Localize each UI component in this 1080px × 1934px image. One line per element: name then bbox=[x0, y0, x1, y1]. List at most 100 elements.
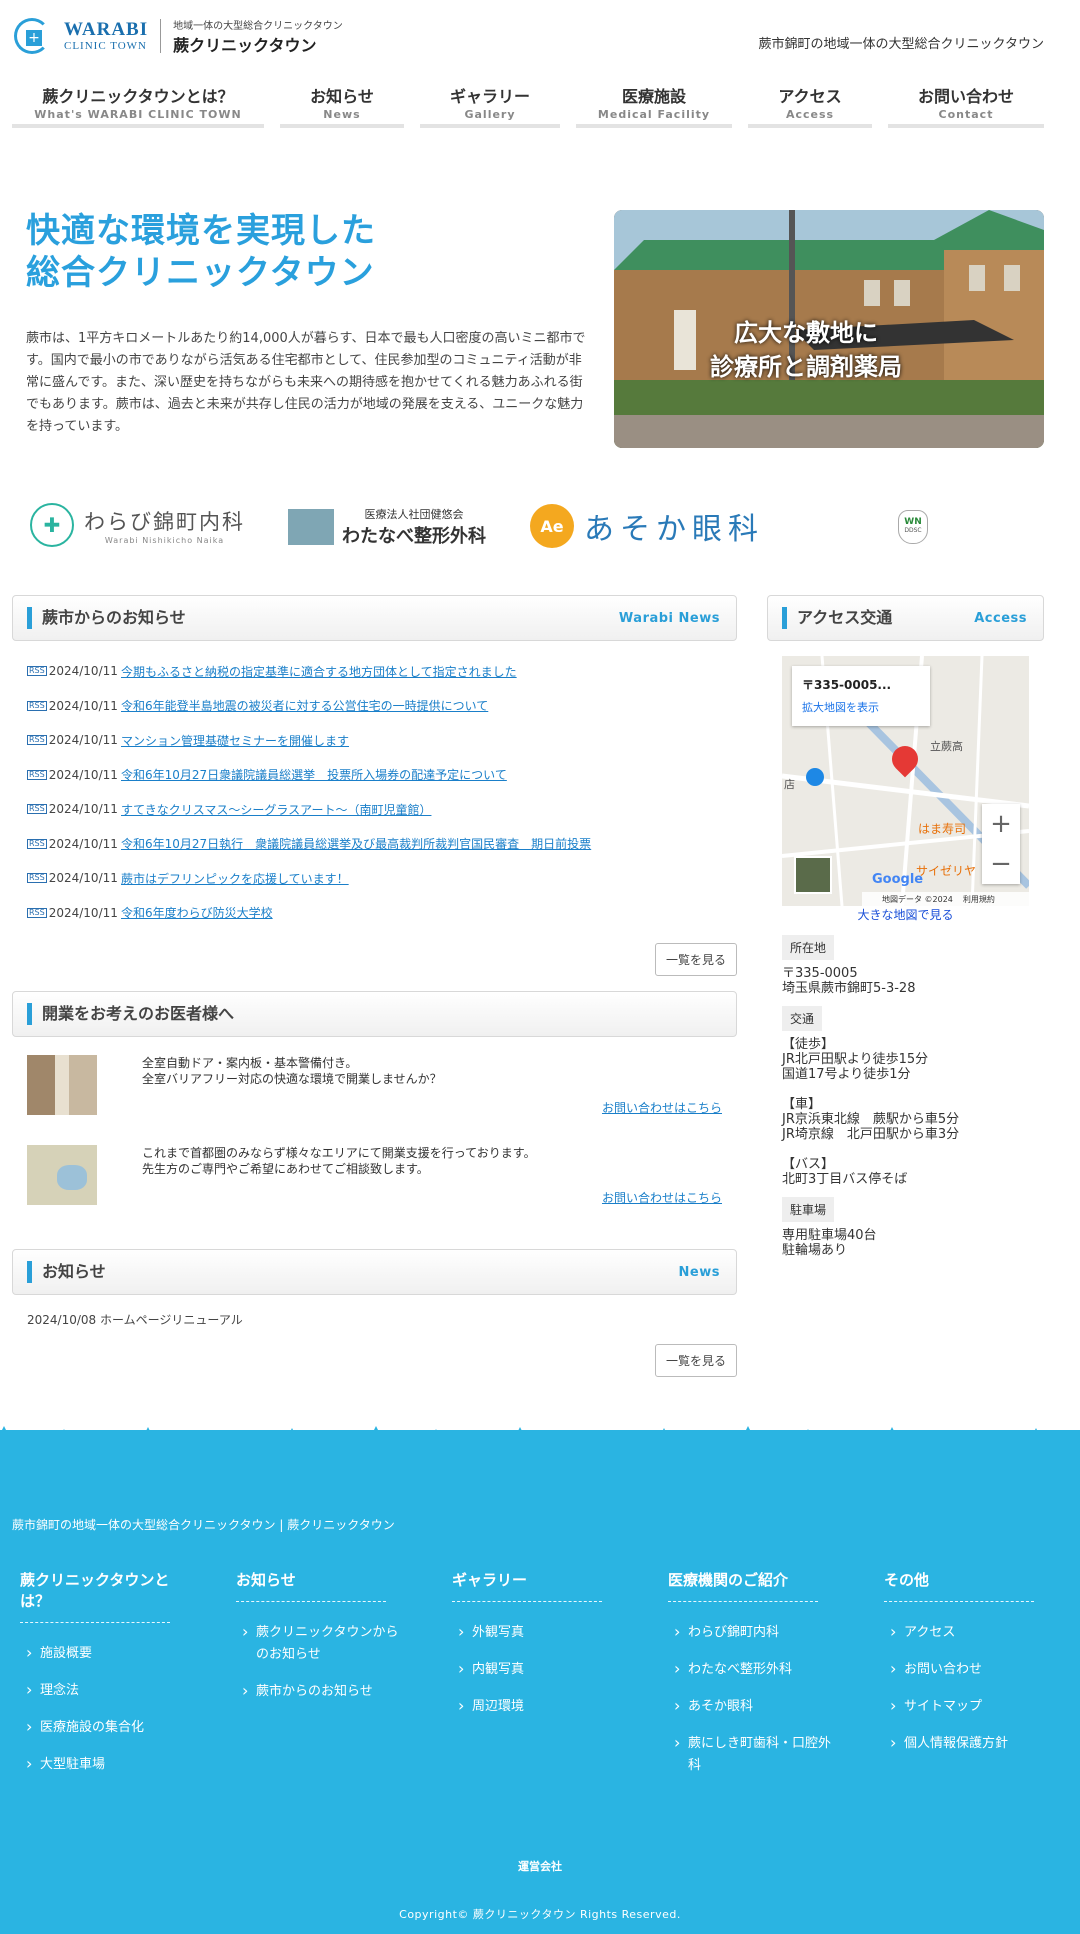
hero-image-caption: 広大な敷地に bbox=[734, 319, 878, 347]
footer-link[interactable]: 施設概要 bbox=[20, 1635, 190, 1672]
parking-tag: 駐車場 bbox=[782, 1197, 835, 1222]
address-line: 埼玉県蕨市錦町5-3-28 bbox=[782, 981, 916, 996]
nav-label: お知らせ bbox=[310, 87, 374, 106]
news-row: RSS 2024/10/11 令和6年能登半島地震の被災者に対する公営住宅の一時提供… bbox=[27, 689, 737, 724]
footer-link[interactable]: 周辺環境 bbox=[452, 1688, 622, 1725]
map-postal: 〒335-0005... bbox=[802, 678, 892, 692]
header-tagline: 蕨市錦町の地域一体の大型総合クリニックタウン bbox=[758, 37, 1044, 52]
news-link[interactable]: 令和6年10月27日執行 衆議院議員総選挙及び最高裁判所裁判官国民審査 期日前投… bbox=[121, 835, 591, 852]
section-title-en: News bbox=[678, 1264, 720, 1280]
clinic-sub: Warabi Nishikicho Naika bbox=[104, 535, 225, 545]
footer-link[interactable]: サイトマップ bbox=[884, 1688, 1054, 1725]
news-date-text: 2024/10/11 bbox=[48, 836, 118, 851]
city-news-section: 蕨市からのお知らせ Warabi News RSS 2024/10/11 今期もふる… bbox=[12, 595, 737, 976]
rss-icon: RSS bbox=[27, 666, 47, 677]
rss-icon: RSS bbox=[27, 735, 47, 746]
footer-column-heading[interactable]: お知らせ bbox=[236, 1570, 386, 1602]
satellite-toggle[interactable] bbox=[794, 856, 832, 894]
footer-column-heading[interactable]: その他 bbox=[884, 1570, 1034, 1602]
zoom-out-icon[interactable]: − bbox=[982, 844, 1020, 884]
nav-medical[interactable]: 医療施設 Medical Facility bbox=[576, 86, 732, 128]
traffic-line: JR北戸田駅より徒歩15分 bbox=[782, 1052, 929, 1067]
footer-column-heading[interactable]: 医療機関のご紹介 bbox=[668, 1570, 818, 1602]
notice-item: 2024/10/08 ホームページリニューアル bbox=[27, 1313, 243, 1327]
city-news-header: 蕨市からのお知らせ Warabi News bbox=[12, 595, 737, 641]
footer-link[interactable]: 蕨市からのお知らせ bbox=[236, 1673, 406, 1710]
clinic-logo-watanabe[interactable]: 医療法人社団健悠会 わたなべ整形外科 bbox=[288, 506, 486, 548]
footer-link[interactable]: わたなべ整形外科 bbox=[668, 1651, 838, 1688]
zoom-in-icon[interactable]: + bbox=[982, 804, 1020, 844]
footer-link[interactable]: 個人情報保護方針 bbox=[884, 1725, 1054, 1762]
news-row: RSS 2024/10/11 蕨市はデフリンピックを応援しています！ bbox=[27, 861, 737, 896]
traffic-line: JR京浜東北線 蕨駅から車5分 bbox=[782, 1112, 960, 1127]
footer-link[interactable]: あそか眼科 bbox=[668, 1688, 838, 1725]
footer-operator-link[interactable]: 運営会社 bbox=[0, 1858, 1080, 1874]
news-link[interactable]: 今期もふるさと納税の指定基準に適合する地方団体として指定されました bbox=[121, 663, 517, 680]
news-row: RSS 2024/10/11 今期もふるさと納税の指定基準に適合する地方団体として指… bbox=[27, 654, 737, 689]
footer-link[interactable]: お問い合わせ bbox=[884, 1651, 1054, 1688]
footer-link[interactable]: わらび錦町内科 bbox=[668, 1614, 838, 1651]
doctor-contact-link[interactable]: お問い合わせはこちら bbox=[142, 1189, 722, 1206]
news-link[interactable]: すてきなクリスマス～シーグラスアート～（南町児童館） bbox=[121, 801, 431, 818]
clinic-name: わらび錦町内科 bbox=[84, 509, 245, 534]
footer-link[interactable]: 蕨クリニックタウンからのお知らせ bbox=[236, 1614, 406, 1673]
nav-news[interactable]: お知らせ News bbox=[280, 86, 404, 128]
city-news-more-button[interactable]: 一覧を見る bbox=[654, 943, 737, 976]
warabi-naika-icon: ✚ bbox=[30, 503, 74, 547]
footer-column-heading[interactable]: 蕨クリニックタウンとは？ bbox=[20, 1570, 170, 1623]
news-date-text: 2024/10/11 bbox=[48, 905, 118, 920]
footer-link[interactable]: 理念法 bbox=[20, 1672, 190, 1709]
access-section: アクセス交通 Access 〒335-0005... 拡大地図を表示 立蕨高 店… bbox=[767, 595, 1044, 1258]
news-link[interactable]: 令和6年度わらび防災大学校 bbox=[121, 904, 273, 921]
nav-gallery[interactable]: ギャラリー Gallery bbox=[420, 86, 560, 128]
footer-link[interactable]: 内観写真 bbox=[452, 1651, 622, 1688]
logo-divider bbox=[160, 19, 162, 53]
news-link[interactable]: 蕨市はデフリンピックを応援しています！ bbox=[121, 870, 349, 887]
news-date: RSS 2024/10/11 bbox=[27, 768, 121, 782]
nav-label: お問い合わせ bbox=[917, 87, 1014, 106]
clinic-logos: ✚ わらび錦町内科 Warabi Nishikicho Naika 医療法人社団健… bbox=[30, 498, 1030, 558]
doctor-text: これまで首都圏のみならず様々なエリアにて開業支援を行っております。 bbox=[142, 1146, 536, 1160]
news-date-text: 2024/10/11 bbox=[48, 767, 118, 782]
news-link[interactable]: マンション管理基礎セミナーを開催します bbox=[121, 732, 349, 749]
news-link[interactable]: 令和6年能登半島地震の被災者に対する公営住宅の一時提供について bbox=[121, 697, 488, 714]
footer-link[interactable]: 医療施設の集合化 bbox=[20, 1709, 190, 1746]
footer-columns: 蕨クリニックタウンとは？ 施設概要理念法医療施設の集合化大型駐車場 お知らせ蕨クリニ… bbox=[20, 1570, 1070, 1784]
clinic-logo-warabi[interactable]: ✚ わらび錦町内科 Warabi Nishikicho Naika bbox=[30, 503, 245, 547]
watanabe-emblem-icon bbox=[288, 509, 334, 545]
hero-title-line: 総合クリニックタウン bbox=[26, 253, 375, 293]
footer-column: 蕨クリニックタウンとは？ 施設概要理念法医療施設の集合化大型駐車場 bbox=[20, 1570, 236, 1784]
rss-icon: RSS bbox=[27, 804, 47, 815]
nav-access[interactable]: アクセス Access bbox=[748, 86, 872, 128]
doctor-item: これまで首都圏のみならず様々なエリアにて開業支援を行っております。 先生方のご専… bbox=[27, 1145, 722, 1235]
doctors-header: 開業をお考えのお医者様へ bbox=[12, 991, 737, 1037]
notices-more-button[interactable]: 一覧を見る bbox=[654, 1344, 737, 1377]
clinic-logo-asoka[interactable]: Ae あそか眼科 bbox=[530, 504, 764, 548]
news-date-text: 2024/10/11 bbox=[48, 871, 118, 886]
rss-icon: RSS bbox=[27, 873, 47, 884]
footer-link[interactable]: アクセス bbox=[884, 1614, 1054, 1651]
entrance-thumbnail bbox=[27, 1055, 97, 1115]
footer-column-heading[interactable]: ギャラリー bbox=[452, 1570, 602, 1602]
footer-link[interactable]: 大型駐車場 bbox=[20, 1746, 190, 1783]
traffic-line: JR埼京線 北戸田駅から車3分 bbox=[782, 1127, 960, 1142]
google-map[interactable]: 〒335-0005... 拡大地図を表示 立蕨高 店 はま寿司 サイゼリヤ + … bbox=[782, 656, 1029, 906]
location-tag: 所在地 bbox=[782, 935, 835, 960]
news-link[interactable]: 令和6年10月27日衆議院議員総選挙 投票所入場券の配達予定について bbox=[121, 766, 507, 783]
nav-sub: Contact bbox=[938, 108, 994, 121]
logo-jp-small: 地域一体の大型総合クリニックタウン bbox=[173, 20, 343, 32]
clinic-logo-dental[interactable]: WN DDSC bbox=[898, 510, 928, 544]
map-large-link[interactable]: 大きな地図で見る bbox=[767, 906, 1044, 923]
map-terms-link[interactable]: 利用規約 bbox=[963, 894, 995, 905]
site-logo[interactable]: + WARABI CLINIC TOWN 地域一体の大型総合クリニックタウン 蕨… bbox=[12, 16, 343, 56]
footer-link[interactable]: 外観写真 bbox=[452, 1614, 622, 1651]
footer-link[interactable]: 蕨にしき町歯科・口腔外科 bbox=[668, 1725, 838, 1784]
clinic-name: わたなべ整形外科 bbox=[342, 526, 486, 547]
rss-icon: RSS bbox=[27, 907, 47, 918]
map-enlarge-link[interactable]: 拡大地図を表示 bbox=[802, 699, 920, 715]
traffic-heading: 【車】 bbox=[782, 1097, 822, 1112]
footer-column: その他アクセスお問い合わせサイトマップ個人情報保護方針 bbox=[884, 1570, 1070, 1784]
doctor-contact-link[interactable]: お問い合わせはこちら bbox=[142, 1099, 722, 1116]
nav-contact[interactable]: お問い合わせ Contact bbox=[888, 86, 1044, 128]
nav-about[interactable]: 蕨クリニックタウンとは？ What's WARABI CLINIC TOWN bbox=[12, 86, 264, 128]
